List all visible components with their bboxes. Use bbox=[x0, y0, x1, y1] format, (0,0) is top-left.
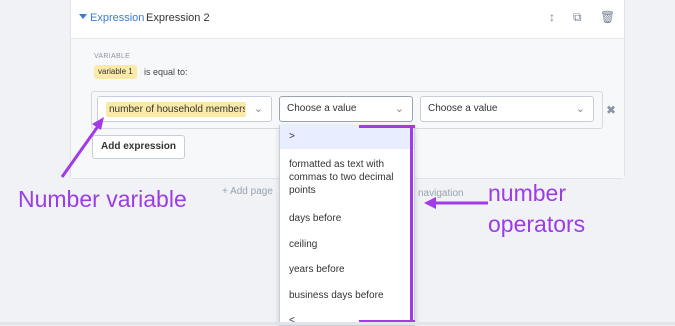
variable-caption: VARIABLE bbox=[94, 53, 131, 60]
variable-select[interactable]: number of household members ⌄ bbox=[97, 96, 272, 122]
trash-icon[interactable]: 🗑 bbox=[600, 10, 615, 24]
expression-link[interactable]: Expression bbox=[90, 12, 144, 24]
value-select-placeholder: Choose a value bbox=[428, 103, 498, 114]
operator-select[interactable]: Choose a value ⌄ bbox=[279, 96, 413, 122]
plus-icon: + bbox=[222, 186, 231, 197]
collapse-caret-icon[interactable] bbox=[79, 14, 87, 19]
chevron-down-icon: ⌄ bbox=[394, 103, 404, 115]
number-variable-label: Number variable bbox=[18, 186, 187, 212]
reorder-icon[interactable]: ↕ bbox=[549, 10, 555, 24]
navigation-link[interactable]: navigation bbox=[418, 188, 464, 199]
number-operators-label-1: number bbox=[488, 180, 566, 206]
value-select[interactable]: Choose a value ⌄ bbox=[420, 96, 594, 122]
chevron-down-icon: ⌄ bbox=[253, 103, 263, 115]
number-operators-label-2: operators bbox=[488, 211, 586, 237]
variable-pill[interactable]: variable 1 bbox=[94, 65, 137, 79]
add-page-label: Add page bbox=[230, 186, 273, 197]
operator-select-placeholder: Choose a value bbox=[287, 103, 357, 114]
expression-title: Expression 2 bbox=[146, 12, 210, 24]
expression-header: Expression Expression 2 ↕ ⧉ 🗑 bbox=[71, 0, 624, 39]
equal-text: is equal to: bbox=[144, 67, 188, 77]
variable-select-value: number of household members bbox=[109, 104, 245, 115]
annotation-highlight-box bbox=[359, 125, 413, 323]
chevron-down-icon: ⌄ bbox=[575, 103, 585, 115]
annotation-highlight-top bbox=[359, 125, 415, 128]
add-expression-button[interactable]: Add expression bbox=[92, 135, 186, 159]
add-page-button[interactable]: + Add page bbox=[222, 186, 273, 197]
copy-icon[interactable]: ⧉ bbox=[573, 10, 582, 25]
remove-condition-icon[interactable]: ✖ bbox=[606, 103, 616, 117]
